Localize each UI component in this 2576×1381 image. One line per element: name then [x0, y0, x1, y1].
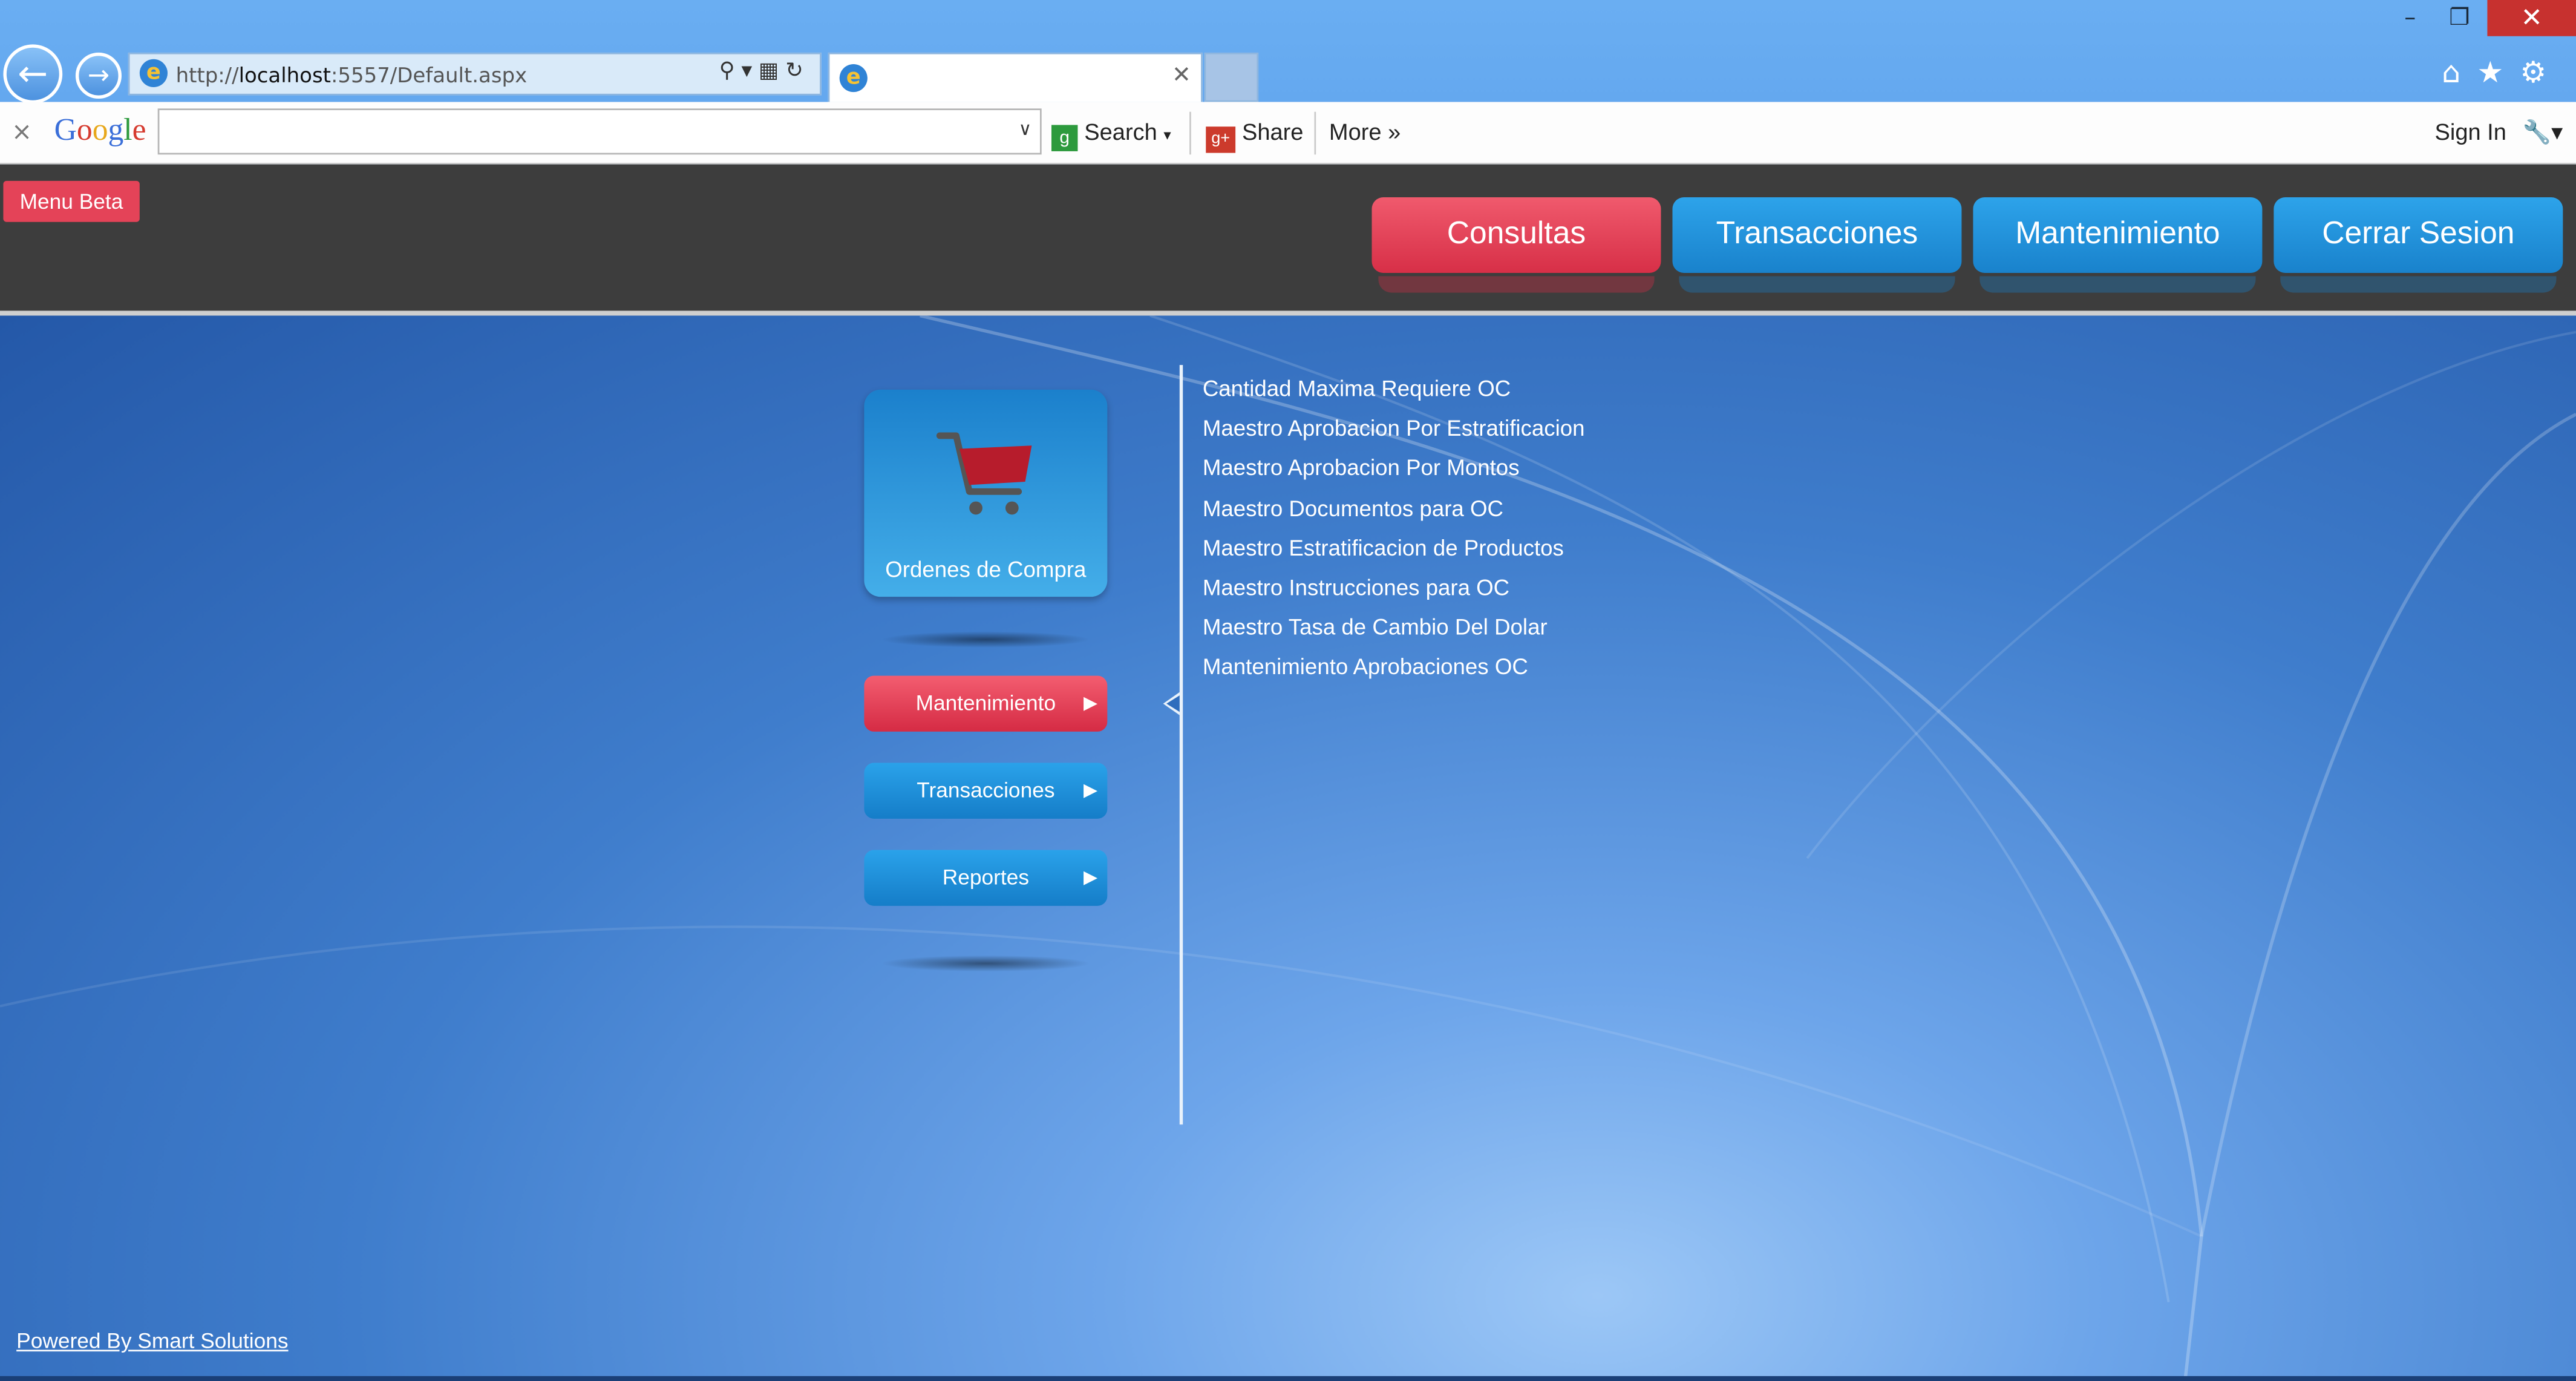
sign-in-link[interactable]: Sign In 🔧▾ [2435, 119, 2563, 146]
link-aprobacion-montos[interactable]: Maestro Aprobacion Por Montos [1203, 454, 1585, 494]
toolbar-close-icon[interactable]: × [11, 117, 32, 146]
compat-view-icon[interactable]: ▦ [759, 59, 785, 84]
link-aprobacion-estratificacion[interactable]: Maestro Aprobacion Por Estratificacion [1203, 415, 1585, 454]
link-documentos-oc[interactable]: Maestro Documentos para OC [1203, 494, 1585, 534]
browser-titlebar: – ❐ ✕ ← → e http://localhost:5557/Defaul… [0, 0, 2576, 104]
taskbar-strip [0, 1376, 2576, 1381]
ordenes-de-compra-tile[interactable]: Ordenes de Compra [864, 389, 1108, 597]
address-bar[interactable]: e http://localhost:5557/Default.aspx ⚲▾▦… [128, 52, 822, 96]
section-transacciones-button[interactable]: Transacciones ▶ [864, 763, 1108, 819]
mantenimiento-links: Cantidad Maxima Requiere OC Maestro Apro… [1203, 375, 1585, 693]
tab-close-icon[interactable]: ✕ [1172, 62, 1191, 88]
share-button[interactable]: g+ Share [1206, 119, 1303, 153]
menu-beta-button[interactable]: Menu Beta [3, 180, 140, 222]
link-mantenimiento-aprobaciones[interactable]: Mantenimiento Aprobaciones OC [1203, 653, 1585, 693]
nav-mantenimiento-button[interactable]: Mantenimiento [1973, 197, 2263, 293]
google-search-button[interactable]: g Search ▾ [1051, 119, 1171, 151]
gear-icon[interactable]: ⚙ [2520, 56, 2563, 90]
toolbar-separator [1189, 111, 1191, 155]
home-icon[interactable]: ⌂ [2442, 56, 2477, 90]
arrow-right-icon: ▶ [1084, 781, 1098, 801]
nav-cerrar-sesion-button[interactable]: Cerrar Sesion [2274, 197, 2563, 293]
arrow-right-icon: ▶ [1084, 868, 1098, 888]
chevron-down-icon[interactable]: ∨ [1019, 119, 1032, 140]
section-mantenimiento-button[interactable]: Mantenimiento ▶ [864, 675, 1108, 732]
address-bar-icons: ⚲▾▦↻ [719, 59, 810, 84]
link-tasa-cambio[interactable]: Maestro Tasa de Cambio Del Dolar [1203, 614, 1585, 654]
new-tab-button[interactable] [1204, 52, 1259, 102]
toolbar-separator [1314, 111, 1316, 155]
app-header: Menu Beta Consultas Transacciones Manten… [0, 164, 2576, 316]
search-icon[interactable]: ⚲ [719, 59, 742, 84]
browser-tab[interactable]: e ✕ [828, 52, 1203, 102]
close-window-button[interactable]: ✕ [2487, 0, 2576, 36]
link-cantidad-maxima[interactable]: Cantidad Maxima Requiere OC [1203, 375, 1585, 415]
ie-page-icon: e [139, 59, 168, 87]
nav-consultas-button[interactable]: Consultas [1371, 197, 1661, 293]
wrench-icon[interactable]: 🔧▾ [2523, 119, 2563, 145]
buttons-shadow [880, 955, 1091, 972]
back-button[interactable]: ← [3, 44, 63, 104]
link-instrucciones-oc[interactable]: Maestro Instrucciones para OC [1203, 574, 1585, 614]
link-estratificacion-productos[interactable]: Maestro Estratificacion de Productos [1203, 534, 1585, 574]
dropdown-icon[interactable]: ▾ [741, 59, 759, 84]
divider-pointer [1163, 692, 1180, 715]
google-search-icon: g [1051, 125, 1078, 151]
forward-button[interactable]: → [75, 52, 122, 99]
vertical-divider [1179, 365, 1183, 1125]
google-search-input[interactable]: ∨ [157, 108, 1042, 155]
more-button[interactable]: More » [1329, 119, 1401, 145]
refresh-icon[interactable]: ↻ [785, 59, 809, 84]
arrow-right-icon: ▶ [1084, 694, 1098, 714]
main-content: Ordenes de Compra Mantenimiento ▶ Transac… [0, 315, 2576, 1381]
tab-ie-icon: e [839, 64, 868, 93]
google-logo: Google [54, 113, 146, 148]
google-plus-icon: g+ [1206, 126, 1236, 153]
powered-by-link[interactable]: Powered By Smart Solutions [16, 1328, 288, 1353]
restore-button[interactable]: ❐ [2431, 0, 2487, 36]
favorites-icon[interactable]: ★ [2477, 56, 2520, 90]
minimize-button[interactable]: – [2382, 0, 2438, 36]
shopping-cart-icon [936, 432, 1032, 515]
nav-transacciones-button[interactable]: Transacciones [1672, 197, 1962, 293]
tile-label: Ordenes de Compra [885, 557, 1087, 582]
tile-shadow [880, 631, 1091, 648]
google-toolbar: × Google ∨ g Search ▾ g+ Share More » Sign… [0, 102, 2576, 165]
section-reportes-button[interactable]: Reportes ▶ [864, 850, 1108, 906]
url-text[interactable]: http://localhost:5557/Default.aspx [176, 62, 528, 87]
browser-right-icons: ⌂★⚙ [2442, 56, 2563, 90]
